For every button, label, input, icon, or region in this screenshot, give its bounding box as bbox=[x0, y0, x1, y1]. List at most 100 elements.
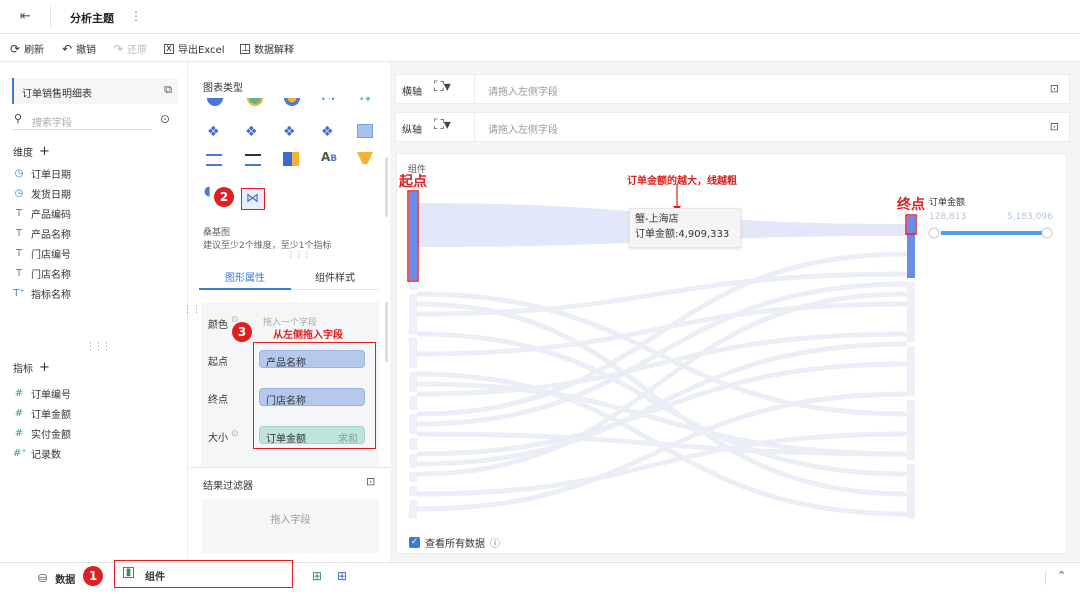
text-field-icon: T bbox=[15, 208, 23, 219]
data-explain-button[interactable]: ⊥ 数据解释 bbox=[240, 41, 294, 56]
dimension-field[interactable]: ◷ 发货日期 bbox=[13, 186, 71, 201]
measure-field[interactable]: #⁺ 记录数 bbox=[13, 446, 61, 461]
legend-min-handle[interactable] bbox=[928, 227, 940, 239]
chart-type-hint: 建议至少2个维度，至少1个指标 bbox=[203, 241, 332, 251]
clock-icon: ◷ bbox=[14, 188, 24, 199]
redo-button[interactable]: ↷ 还原 bbox=[113, 41, 147, 57]
props-scrollbar[interactable] bbox=[385, 302, 388, 362]
measure-field[interactable]: # 实付金额 bbox=[13, 426, 71, 441]
exit-icon[interactable]: ⇤ bbox=[20, 9, 31, 24]
component-tab[interactable]: ▮ 组件 bbox=[114, 560, 293, 588]
refresh-button[interactable]: ⟳ 刷新 bbox=[10, 41, 44, 57]
resize-handle[interactable]: ⋮⋮⋮ bbox=[86, 342, 111, 352]
undo-button[interactable]: ↶ 撤销 bbox=[62, 41, 96, 57]
dimension-field[interactable]: T 产品名称 bbox=[13, 226, 71, 241]
scrollbar[interactable] bbox=[385, 157, 388, 217]
dimension-header: 维度 + bbox=[13, 144, 50, 159]
x-axis-shelf[interactable]: 横轴 ⛶▾ 请拖入左侧字段 ⊡ bbox=[395, 74, 1070, 104]
start-label: 起点 bbox=[208, 357, 228, 368]
chart-type-list-icon[interactable] bbox=[206, 154, 222, 166]
size-field-pill[interactable]: 订单金额 求和 bbox=[259, 426, 365, 445]
filter-settings-icon[interactable]: ⊡ bbox=[366, 475, 375, 488]
dimension-field[interactable]: T 门店编号 bbox=[13, 246, 71, 261]
database-icon: ⛁ bbox=[38, 572, 48, 585]
sankey-target-node-active[interactable] bbox=[907, 216, 915, 278]
filter-drop-zone[interactable]: 拖入字段 bbox=[202, 499, 379, 553]
more-options-icon[interactable]: ⊙ bbox=[160, 112, 170, 126]
add-measure-icon[interactable]: + bbox=[39, 360, 50, 375]
chart-type-wordcloud-icon[interactable]: AB bbox=[321, 150, 337, 164]
chart-type-heat-map-icon[interactable]: ❖ bbox=[283, 124, 299, 140]
annotation-badge-2: 2 bbox=[214, 187, 234, 207]
export-excel-button[interactable]: x 导出Excel bbox=[164, 41, 225, 56]
chart-type-treemap-icon[interactable] bbox=[283, 152, 299, 166]
collapse-up-icon[interactable]: ⌃ bbox=[1057, 569, 1066, 582]
checkbox-checked-icon[interactable]: ✓ bbox=[409, 537, 420, 548]
sankey-icon: ⋈ bbox=[246, 191, 259, 206]
text-field-icon: T bbox=[15, 248, 23, 259]
chart-type-name: 桑基图 bbox=[203, 228, 231, 238]
more-icon[interactable]: ⋮ bbox=[130, 9, 142, 23]
legend-max-handle[interactable] bbox=[1041, 227, 1053, 239]
chart-type-flow-map-icon[interactable]: ❖ bbox=[321, 124, 337, 140]
search-field[interactable]: ⚲ 搜索字段 bbox=[12, 110, 152, 130]
chart-type-point-map-icon[interactable]: ❖ bbox=[245, 124, 261, 140]
divider bbox=[1045, 571, 1046, 585]
annotation-badge-3: 3 bbox=[232, 322, 252, 342]
dimension-field[interactable]: T 产品编码 bbox=[13, 206, 71, 221]
x-axis-settings-icon[interactable]: ⊡ bbox=[1050, 82, 1059, 95]
y-axis-shelf[interactable]: 纵轴 ⛶▾ 请拖入左侧字段 ⊡ bbox=[395, 112, 1070, 142]
section-drag-handle[interactable]: ⋮⋮⋮ bbox=[287, 250, 311, 259]
chart-config-panel: 图表类型 ⋮⋮ • ·• •✦ ❖ ❖ ❖ ❖ AB ◖ ⋈ 2 桑基图 建议至… bbox=[183, 62, 390, 562]
info-icon[interactable]: ⓘ bbox=[490, 535, 500, 550]
dimension-field[interactable]: T⁺ 指标名称 bbox=[13, 286, 71, 301]
hash-icon: # bbox=[14, 428, 24, 439]
dimension-field[interactable]: ◷ 订单日期 bbox=[13, 166, 71, 181]
sankey-source-node-active[interactable] bbox=[409, 192, 417, 280]
search-icon: ⚲ bbox=[14, 112, 23, 125]
dataset-selector[interactable]: 订单销售明细表 ⧉ bbox=[12, 78, 178, 104]
end-annotation: 终点 bbox=[897, 197, 925, 213]
tab-component-style[interactable]: 组件样式 bbox=[291, 262, 379, 290]
tab-graph-props[interactable]: 图形属性 bbox=[199, 262, 291, 290]
show-all-data-toggle[interactable]: ✓ 查看所有数据 ⓘ bbox=[409, 535, 500, 550]
start-field-pill[interactable]: 产品名称 bbox=[259, 350, 365, 369]
chart-type-sankey-selected[interactable]: ⋈ bbox=[241, 188, 265, 210]
chart-type-table-icon[interactable] bbox=[245, 154, 261, 166]
legend-gradient-bar bbox=[941, 231, 1045, 235]
y-axis-settings-icon[interactable]: ⊡ bbox=[1050, 120, 1059, 133]
switch-dataset-icon[interactable]: ⧉ bbox=[164, 83, 172, 97]
measure-field[interactable]: # 订单编号 bbox=[13, 386, 71, 401]
chart-type-donut-icon[interactable] bbox=[247, 98, 263, 110]
annotation-badge-1: 1 bbox=[83, 566, 103, 586]
add-table-icon[interactable]: ⊞ bbox=[337, 569, 347, 583]
add-component-icon[interactable]: ⊞ bbox=[312, 569, 322, 583]
hash-icon: # bbox=[14, 388, 24, 399]
color-label: 颜色 bbox=[208, 320, 228, 331]
chart-type-scatter-icon[interactable]: • ·• bbox=[321, 96, 337, 108]
data-tab[interactable]: ⛁ 数据 bbox=[38, 571, 75, 586]
bottom-bar: ⛁ 数据 1 ▮ 组件 ⊞ ⊞ ⌃ bbox=[0, 560, 1080, 594]
end-field-pill[interactable]: 门店名称 bbox=[259, 388, 365, 407]
y-axis-drop-zone[interactable]: 请拖入左侧字段 bbox=[488, 121, 558, 136]
x-axis-drop-zone[interactable]: 请拖入左侧字段 bbox=[488, 83, 558, 98]
chart-type-bubble-icon[interactable]: •✦ bbox=[359, 96, 375, 108]
chart-type-funnel-icon[interactable] bbox=[357, 152, 373, 164]
dimension-field[interactable]: T 门店名称 bbox=[13, 266, 71, 281]
end-label: 终点 bbox=[208, 395, 228, 406]
chart-type-map-icon[interactable]: ❖ bbox=[207, 124, 223, 140]
chart-canvas: 组件 起点 终点 订单金额的越大，线越粗 订单金额 128,813 5,183,… bbox=[396, 153, 1067, 554]
sankey-tooltip: 蟹-上海店 订单金额:4,909,333 bbox=[629, 208, 741, 248]
add-dimension-icon[interactable]: + bbox=[39, 144, 50, 159]
panel-drag-handle[interactable]: ⋮⋮ bbox=[183, 305, 201, 315]
x-axis-icon[interactable]: ⛶▾ bbox=[434, 79, 451, 95]
filter-divider bbox=[189, 467, 390, 468]
chart-type-pie-icon[interactable] bbox=[207, 98, 223, 110]
chart-type-region-map-icon[interactable] bbox=[357, 124, 373, 138]
search-input[interactable]: 搜索字段 bbox=[32, 114, 72, 129]
chart-type-rose-icon[interactable] bbox=[284, 98, 300, 110]
y-axis-label: 纵轴 bbox=[402, 125, 422, 136]
measure-field[interactable]: # 订单金额 bbox=[13, 406, 71, 421]
measure-header: 指标 + bbox=[13, 360, 50, 375]
y-axis-icon[interactable]: ⛶▾ bbox=[434, 117, 451, 133]
